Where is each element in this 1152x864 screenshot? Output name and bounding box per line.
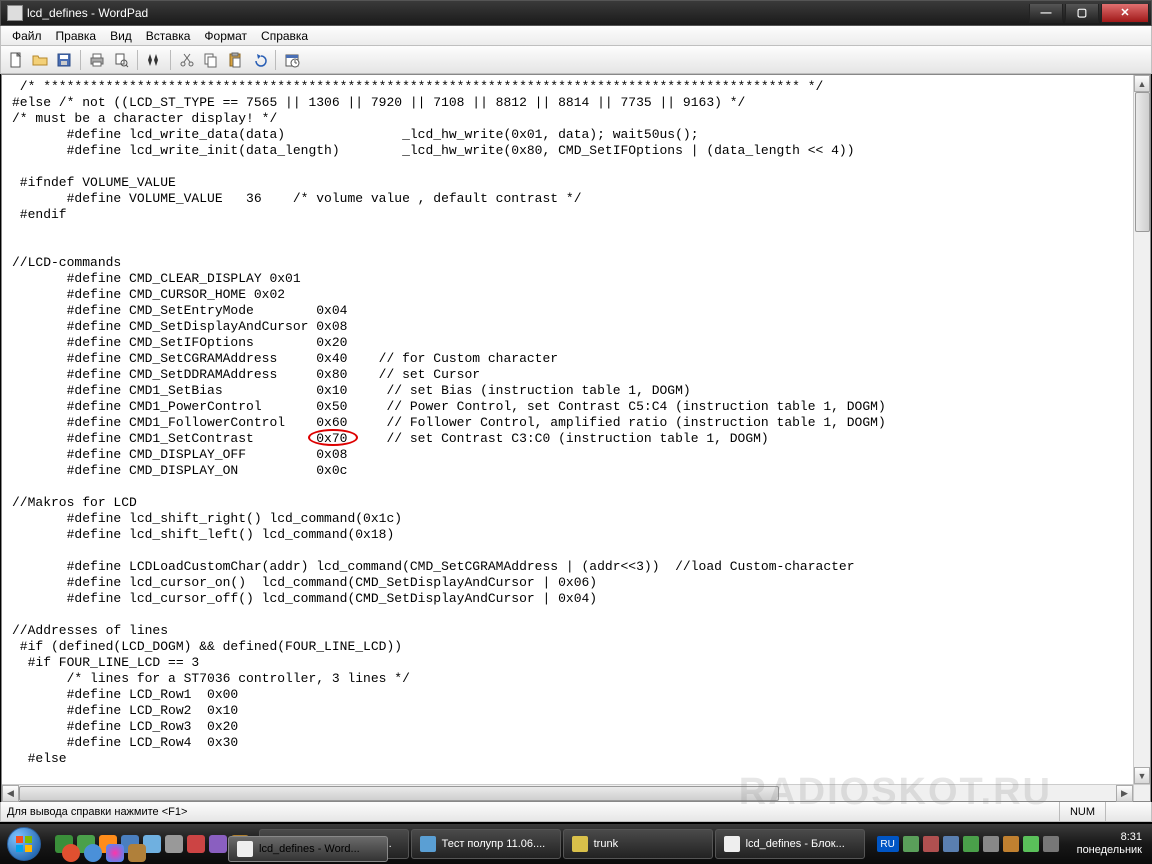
task-icon: [420, 836, 436, 852]
status-empty-cell: [1105, 802, 1145, 821]
scroll-left-button[interactable]: ◀: [2, 785, 19, 802]
menu-help[interactable]: Справка: [254, 27, 315, 45]
task-item-2[interactable]: trunk: [563, 829, 713, 859]
taskbar-clock[interactable]: 8:31 понедельник: [1067, 831, 1152, 857]
minimize-button[interactable]: —: [1029, 4, 1063, 23]
taskbar: Новая вкладка - S...Тест полупр 11.06...…: [0, 824, 1152, 864]
print-preview-button[interactable]: [110, 49, 132, 71]
start-button[interactable]: [0, 824, 49, 864]
system-tray: RU: [869, 836, 1067, 852]
document-text[interactable]: /* *************************************…: [12, 79, 1129, 767]
vertical-scrollbar[interactable]: ▲ ▼: [1133, 75, 1150, 784]
scroll-corner: [1133, 784, 1150, 801]
scroll-right-button[interactable]: ▶: [1116, 785, 1133, 802]
task-label: trunk: [594, 838, 618, 850]
task-wordpad-active[interactable]: lcd_defines - Word...: [228, 836, 388, 862]
close-button[interactable]: ✕: [1101, 4, 1149, 23]
task-icon: [724, 836, 740, 852]
ql2-icon-2[interactable]: [84, 844, 102, 862]
tray-icon-1[interactable]: [903, 836, 919, 852]
tray-icon-6[interactable]: [1003, 836, 1019, 852]
ql-icon-8[interactable]: [209, 835, 227, 853]
windows-orb-icon: [7, 827, 41, 861]
quick-launch-row2: [62, 844, 146, 862]
ql2-icon-4[interactable]: [128, 844, 146, 862]
menu-view[interactable]: Вид: [103, 27, 139, 45]
paste-button[interactable]: [224, 49, 246, 71]
horizontal-scroll-thumb[interactable]: [19, 786, 779, 801]
title-bar: lcd_defines - WordPad — ▢ ✕: [0, 0, 1152, 26]
menu-file[interactable]: Файл: [5, 27, 49, 45]
task-item-1[interactable]: Тест полупр 11.06....: [411, 829, 561, 859]
task-label: Тест полупр 11.06....: [442, 838, 546, 850]
clock-day: понедельник: [1077, 844, 1142, 857]
copy-button[interactable]: [200, 49, 222, 71]
scroll-down-button[interactable]: ▼: [1134, 767, 1150, 784]
language-indicator[interactable]: RU: [877, 836, 899, 852]
toolbar: [0, 46, 1152, 74]
task-icon: [572, 836, 588, 852]
window-controls: — ▢ ✕: [1027, 4, 1149, 23]
maximize-button[interactable]: ▢: [1065, 4, 1099, 23]
menu-edit[interactable]: Правка: [49, 27, 104, 45]
tray-icon-2[interactable]: [923, 836, 939, 852]
tray-icon-3[interactable]: [943, 836, 959, 852]
menu-bar: Файл Правка Вид Вставка Формат Справка: [0, 26, 1152, 46]
scroll-up-button[interactable]: ▲: [1134, 75, 1150, 92]
tray-icon-7[interactable]: [1023, 836, 1039, 852]
task-item-3[interactable]: lcd_defines - Блок...: [715, 829, 865, 859]
wordpad-icon: [237, 841, 253, 857]
status-help-text: Для вывода справки нажмите <F1>: [7, 806, 187, 818]
new-file-button[interactable]: [5, 49, 27, 71]
open-file-button[interactable]: [29, 49, 51, 71]
print-button[interactable]: [86, 49, 108, 71]
task-label: lcd_defines - Блок...: [746, 838, 845, 850]
task-label: lcd_defines - Word...: [259, 843, 360, 855]
ql2-icon-1[interactable]: [62, 844, 80, 862]
tray-icon-8[interactable]: [1043, 836, 1059, 852]
menu-insert[interactable]: Вставка: [139, 27, 198, 45]
datetime-button[interactable]: [281, 49, 303, 71]
save-button[interactable]: [53, 49, 75, 71]
menu-format[interactable]: Формат: [197, 27, 254, 45]
undo-button[interactable]: [248, 49, 270, 71]
status-bar: Для вывода справки нажмите <F1> NUM: [0, 802, 1152, 822]
window-title: lcd_defines - WordPad: [27, 6, 1027, 20]
tray-icon-5[interactable]: [983, 836, 999, 852]
ql2-icon-3[interactable]: [106, 844, 124, 862]
text-editor[interactable]: /* *************************************…: [2, 75, 1133, 784]
app-icon: [7, 5, 23, 21]
ql-icon-6[interactable]: [165, 835, 183, 853]
taskbar-row2: lcd_defines - Word...: [228, 836, 388, 862]
editor-area: /* *************************************…: [1, 74, 1151, 802]
find-button[interactable]: [143, 49, 165, 71]
clock-time: 8:31: [1077, 831, 1142, 844]
ql-icon-7[interactable]: [187, 835, 205, 853]
vertical-scroll-thumb[interactable]: [1135, 92, 1150, 232]
status-num-lock: NUM: [1059, 802, 1105, 821]
horizontal-scrollbar[interactable]: ◀ ▶: [2, 784, 1133, 801]
tray-icon-4[interactable]: [963, 836, 979, 852]
cut-button[interactable]: [176, 49, 198, 71]
